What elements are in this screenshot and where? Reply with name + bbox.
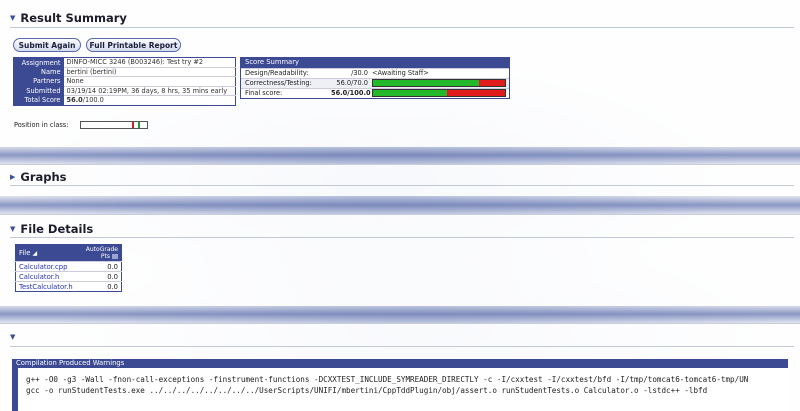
compilation-output[interactable]: g++ -O0 -g3 -Wall -fnon-call-exceptions … [12,368,788,411]
info-row: Submitted 03/19/14 02:19PM, 36 days, 8 h… [13,85,236,96]
score-label: Correctness/Testing: [245,79,312,87]
info-row: Assignment DINFO-MICC 3246 (B003246): Te… [13,57,236,67]
score-value: /30.0 [351,69,368,77]
section-title: Result Summary [20,11,127,25]
compilation-warnings-title: Compilation Produced Warnings [12,359,788,368]
position-marker [137,122,140,128]
column-header-label: Pts [100,253,110,260]
section-title: Graphs [20,170,67,184]
info-row: Total Score 56.0/100.0 [13,95,236,105]
collapsed-triangle-icon[interactable]: ▶ [10,173,15,181]
column-header-label: File [19,249,31,257]
title-divider [10,27,794,28]
column-header-label: AutoGrade [85,246,118,253]
score-bar-missed [478,80,505,86]
result-summary-header[interactable]: ▼ Result Summary [10,11,127,25]
file-table-header: File ◢ AutoGrade Pts [15,244,122,262]
graphs-header[interactable]: ▶ Graphs [10,170,67,184]
position-in-class-label: Position in class: [14,121,69,129]
title-divider [10,237,794,238]
decorative-band [0,305,800,323]
submit-again-button[interactable]: Submit Again [13,38,81,52]
title-divider [10,185,794,186]
info-key: Partners [13,76,64,86]
compile-line: gcc -o runStudentTests.exe ../../../../.… [26,386,708,395]
file-row: TestCalculator.h 0.0 [15,281,122,292]
info-key: Submitted [13,86,64,96]
score-label: Design/Readability: [245,69,309,77]
file-points: 0.0 [81,281,122,292]
awaiting-staff-status: <Awaiting Staff> [372,69,429,77]
decorative-band [0,196,800,214]
info-value: None [63,76,236,86]
score-summary-panel: Score Summary Design/Readability: /30.0 … [240,57,510,99]
score-bar [372,79,506,87]
compilation-header[interactable]: ▼ [10,333,15,341]
file-points: 0.0 [81,261,122,272]
score-summary-title: Score Summary [241,58,509,68]
title-divider [10,346,794,347]
score-bar-earned [373,80,479,86]
expand-triangle-icon[interactable]: ▼ [10,225,15,233]
full-printable-report-button[interactable]: Full Printable Report [86,38,181,52]
position-marker [132,122,135,128]
file-details-table: File ◢ AutoGrade Pts Calculator.cpp 0.0 … [15,244,122,292]
info-row: Partners None [13,76,236,86]
info-row: Name bertini (bertini) [13,66,236,77]
info-value: DINFO-MICC 3246 (B003246): Test try #2 [63,57,236,67]
info-key: Name [13,67,64,77]
score-bar [372,89,506,97]
expand-triangle-icon[interactable]: ▼ [10,14,15,22]
score-value: 56.0/100.0 [331,89,371,97]
graphs-section: ▶ Graphs [0,164,800,196]
file-points: 0.0 [81,271,122,282]
file-row: Calculator.cpp 0.0 [15,261,122,272]
info-value: bertini (bertini) [63,66,236,77]
score-bar-earned [373,90,447,96]
decorative-band [0,146,800,164]
score-row-correctness: Correctness/Testing: 56.0/70.0 [241,77,509,88]
score-row-design: Design/Readability: /30.0 <Awaiting Staf… [241,67,509,78]
section-title: File Details [20,222,94,236]
info-key: Assignment [13,57,64,67]
file-row: Calculator.h 0.0 [15,271,122,282]
column-header-autograde[interactable]: AutoGrade Pts [81,244,122,262]
score-label: Final score: [245,89,283,97]
column-header-file[interactable]: File ◢ [15,244,82,262]
submission-info-table: Assignment DINFO-MICC 3246 (B003246): Te… [13,57,236,106]
total-score-max: /100.0 [82,96,104,105]
total-score-value: 56.0 [66,96,83,105]
position-in-class-bar [80,121,148,129]
file-link[interactable]: Calculator.cpp [15,261,82,272]
info-value: 03/19/14 02:19PM, 36 days, 8 hrs, 35 min… [63,85,236,96]
score-value: 56.0/70.0 [336,79,368,87]
file-details-header[interactable]: ▼ File Details [10,222,93,236]
sort-icon [112,254,118,259]
file-link[interactable]: Calculator.h [15,271,82,282]
sort-ascending-icon: ◢ [32,250,38,257]
info-key: Total Score [13,95,64,105]
info-value: 56.0/100.0 [63,95,236,105]
score-bar-missed [446,90,505,96]
expand-triangle-icon[interactable]: ▼ [10,333,15,341]
file-link[interactable]: TestCalculator.h [15,281,82,292]
score-row-final: Final score: 56.0/100.0 [241,87,509,98]
compile-line: g++ -O0 -g3 -Wall -fnon-call-exceptions … [26,375,749,384]
result-summary-section: ▼ Result Summary Submit Again Full Print… [0,0,800,147]
